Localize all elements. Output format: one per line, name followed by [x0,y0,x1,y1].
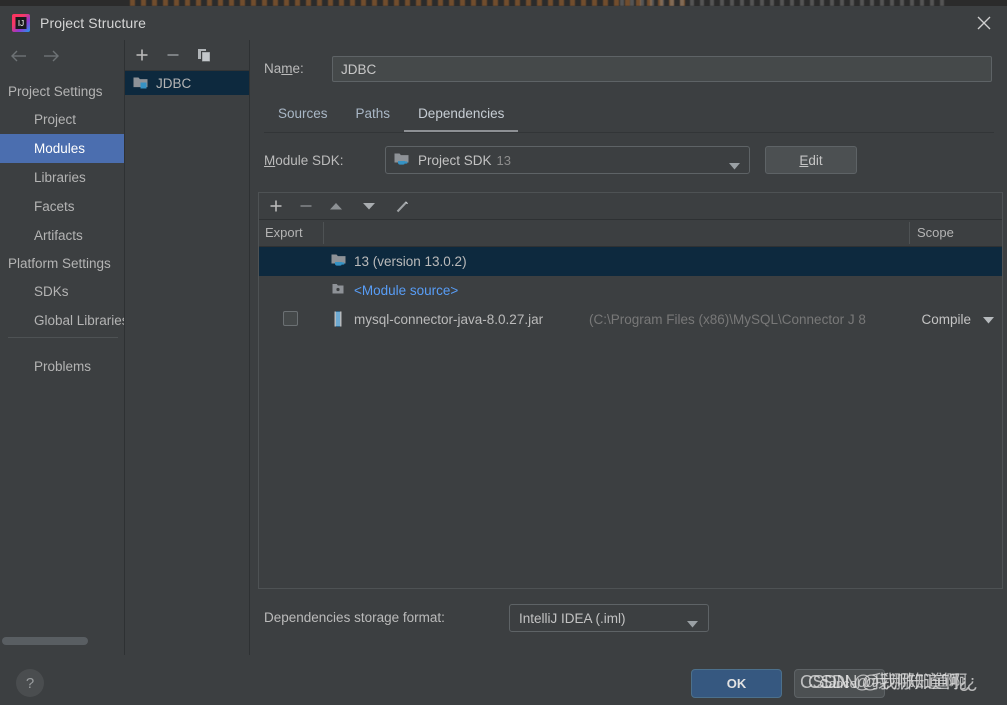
modules-panel: JDBC [125,40,250,655]
sidebar-item-artifacts[interactable]: Artifacts [0,221,124,250]
dependency-scope-dropdown[interactable]: Compile [921,305,994,334]
chevron-down-icon [687,616,698,631]
chevron-down-icon [983,305,994,334]
table-row[interactable]: 13 (version 13.0.2) [259,247,1002,276]
table-row[interactable]: mysql-connector-java-8.0.27.jar (C:\Prog… [259,305,1002,334]
sidebar-divider [8,337,118,338]
module-sdk-dropdown[interactable]: Project SDK 13 [385,146,750,174]
module-sdk-version: 13 [496,152,511,168]
arrow-down-icon[interactable] [358,195,380,217]
dependency-name: mysql-connector-java-8.0.27.jar [354,312,544,327]
pencil-icon[interactable] [391,195,413,217]
header-divider-1 [323,222,324,244]
minus-icon[interactable] [161,43,185,67]
module-name-row: Name: [264,56,994,84]
dialog-title: Project Structure [40,15,146,31]
copy-icon[interactable] [192,43,216,67]
sidebar-nav-row [0,40,124,72]
arrow-right-icon[interactable] [40,46,62,66]
export-checkbox[interactable] [283,311,298,326]
list-item[interactable]: JDBC [125,71,249,95]
dependency-name: 13 (version 13.0.2) [354,254,467,269]
storage-format-value: IntelliJ IDEA (.iml) [519,610,626,626]
chevron-down-icon [729,158,740,173]
storage-format-row: Dependencies storage format: IntelliJ ID… [264,604,994,632]
settings-category-list: Project Settings Project Modules Librari… [0,78,124,335]
tabs-underline [264,132,994,133]
sidebar-horizontal-scrollbar[interactable] [2,637,88,645]
header-divider-2 [909,222,910,244]
sidebar-item-facets[interactable]: Facets [0,192,124,221]
dialog-titlebar: IJ Project Structure [0,6,1007,40]
project-structure-dialog: IJ Project Structure Project Settings Pr… [0,0,1007,705]
modules-toolbar [125,40,249,71]
jdk-folder-icon [394,152,410,169]
storage-format-dropdown[interactable]: IntelliJ IDEA (.iml) [509,604,709,632]
sidebar-item-problems[interactable]: Problems [0,352,124,381]
dependencies-table-header: Export Scope [259,220,1002,247]
sidebar-item-sdks[interactable]: SDKs [0,277,124,306]
module-name: JDBC [156,75,192,91]
group-title-project-settings: Project Settings [8,84,103,99]
settings-sidebar: Project Settings Project Modules Librari… [0,40,125,655]
dependencies-rows: 13 (version 13.0.2) <Module source> mysq… [259,247,1002,334]
module-tabs: Sources Paths Dependencies [264,100,994,132]
help-icon[interactable]: ? [16,669,44,697]
intellij-idea-icon: IJ [12,14,30,32]
sidebar-item-project[interactable]: Project [0,105,124,134]
group-title-platform-settings: Platform Settings [8,256,111,271]
modules-list: JDBC [125,71,249,95]
dependency-name: <Module source> [354,283,459,298]
close-icon[interactable] [961,6,1007,40]
column-header-scope[interactable]: Scope [917,220,954,246]
arrow-up-icon[interactable] [325,195,347,217]
module-name-input[interactable] [332,56,992,82]
dependencies-table-container: Export Scope 13 (version 13.0.2) <Module… [258,192,1003,589]
tab-dependencies[interactable]: Dependencies [404,100,519,132]
module-source-icon [331,282,347,298]
module-folder-icon [133,75,149,92]
name-label: Name: [264,61,304,76]
tab-paths[interactable]: Paths [342,100,405,132]
dependency-scope-value: Compile [921,312,971,327]
sidebar-item-libraries[interactable]: Libraries [0,163,124,192]
jdk-folder-icon [331,253,347,269]
column-header-export[interactable]: Export [265,220,303,246]
module-editor-panel: Name: Sources Paths Dependencies Module … [250,40,1007,655]
jar-icon [331,311,347,327]
dependencies-toolbar [259,193,1002,220]
svg-text:IJ: IJ [18,19,24,28]
plus-icon[interactable] [130,43,154,67]
module-sdk-value: Project SDK [418,152,492,168]
arrow-left-icon[interactable] [8,46,30,66]
plus-icon[interactable] [265,195,287,217]
sidebar-item-global-libraries[interactable]: Global Libraries [0,306,124,335]
cancel-button[interactable]: Cancel [794,669,885,698]
tab-sources[interactable]: Sources [264,100,342,132]
module-sdk-row: Module SDK: Project SDK 13 Edit [264,146,994,176]
table-row[interactable]: <Module source> [259,276,1002,305]
storage-format-label: Dependencies storage format: [264,610,445,625]
dependency-path: (C:\Program Files (x86)\MySQL\Connector … [589,312,866,327]
edit-sdk-button[interactable]: Edit [765,146,857,174]
minus-icon[interactable] [295,195,317,217]
ok-button[interactable]: OK [691,669,782,698]
module-sdk-label: Module SDK: [264,153,344,168]
sidebar-item-modules[interactable]: Modules [0,134,124,163]
